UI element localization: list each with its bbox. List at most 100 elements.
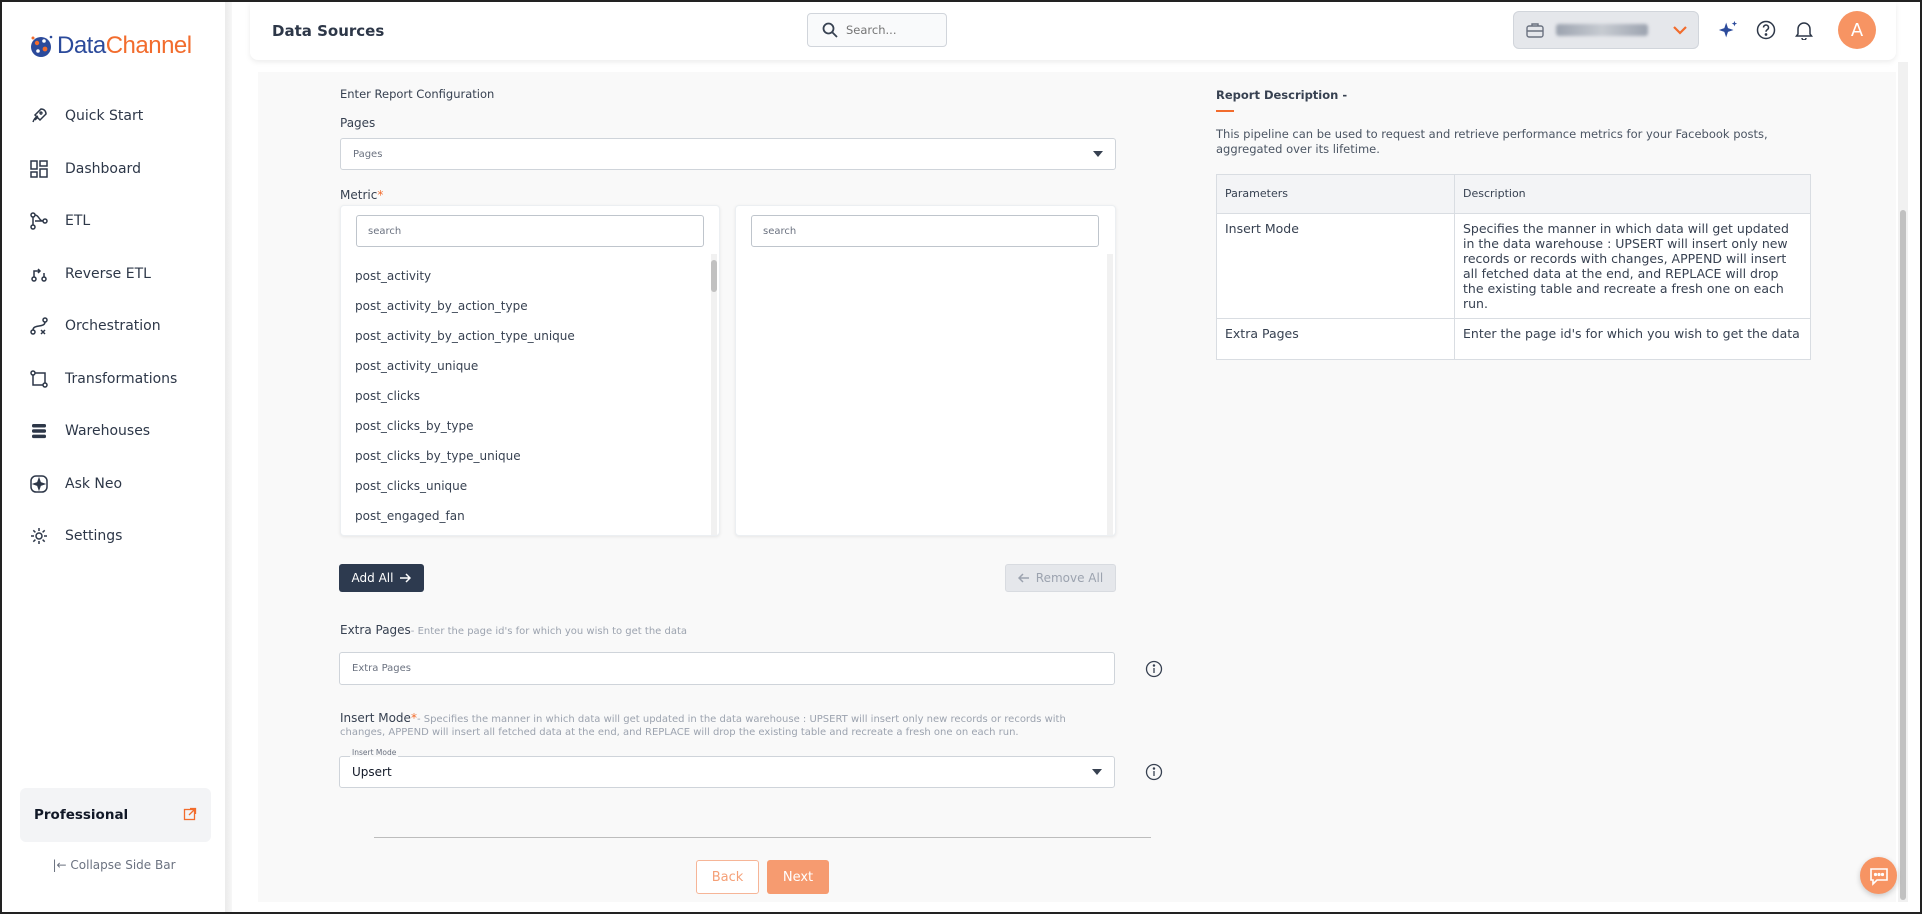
sidebar-item-etl[interactable]: ETL	[2, 195, 226, 248]
sidebar-item-warehouses[interactable]: Warehouses	[2, 405, 226, 458]
pages-select-value: Pages	[353, 148, 383, 160]
sidebar-item-label: Settings	[65, 528, 123, 545]
insert-mode-label-row: Insert Mode*- Specifies the manner in wh…	[340, 711, 1140, 725]
ai-sparkle-icon[interactable]	[1717, 19, 1739, 41]
table-row: Insert Mode Specifies the manner in whic…	[1216, 213, 1811, 319]
insert-mode-label: Insert Mode	[340, 711, 411, 725]
sidebar-item-label: Ask Neo	[65, 475, 123, 492]
selected-metrics-panel: search	[735, 205, 1116, 536]
extra-pages-label: Extra Pages	[340, 623, 411, 637]
report-description-text: This pipeline can be used to request and…	[1216, 127, 1768, 156]
available-list-scrollbar[interactable]	[711, 254, 717, 535]
column-header: Description	[1454, 174, 1811, 214]
sidebar-shadow	[226, 2, 232, 912]
collapse-sidebar-button[interactable]: |← Collapse Side Bar	[2, 858, 226, 872]
search-icon	[822, 22, 838, 38]
search-input[interactable]	[846, 23, 936, 37]
param-name: Insert Mode	[1216, 213, 1455, 319]
back-button[interactable]: Back	[696, 860, 759, 894]
plan-name: Professional	[34, 807, 129, 823]
sparkle-icon	[28, 473, 50, 495]
extra-pages-help: - Enter the page id's for which you wish…	[410, 626, 688, 637]
brand-logo[interactable]: DataChannel	[27, 32, 192, 60]
gear-icon	[28, 525, 50, 547]
insert-mode-help: - Specifies the manner in which data wil…	[416, 714, 1066, 725]
warehouses-icon	[28, 420, 50, 442]
dashboard-icon	[28, 158, 50, 180]
sidebar-item-label: ETL	[65, 213, 91, 230]
list-item[interactable]: post_activity_by_action_type_unique	[355, 321, 575, 351]
sidebar-item-dashboard[interactable]: Dashboard	[2, 143, 226, 196]
list-item[interactable]: post_clicks_unique	[355, 471, 575, 501]
chat-icon	[1869, 867, 1888, 886]
page-scrollbar-thumb[interactable]	[1900, 210, 1906, 900]
sidebar-item-label: Reverse ETL	[65, 265, 151, 282]
arrow-left-icon	[1017, 573, 1029, 583]
account-name-redacted	[1556, 24, 1648, 36]
remove-all-button[interactable]: Remove All	[1005, 564, 1116, 592]
list-item[interactable]: post_clicks_by_type	[355, 411, 575, 441]
sidebar-item-transformations[interactable]: Transformations	[2, 353, 226, 406]
list-item[interactable]: post_engaged_fan	[355, 501, 575, 531]
sidebar-item-reverse-etl[interactable]: Reverse ETL	[2, 248, 226, 301]
list-item[interactable]: post_clicks	[355, 381, 575, 411]
add-all-button[interactable]: Add All	[339, 564, 424, 592]
bell-icon[interactable]	[1793, 19, 1815, 41]
remove-all-label: Remove All	[1035, 571, 1104, 585]
collapse-label: Collapse Side Bar	[70, 858, 176, 872]
user-avatar[interactable]: A	[1838, 11, 1876, 49]
param-name: Extra Pages	[1216, 318, 1455, 360]
report-description-title: Report Description -	[1216, 88, 1348, 102]
parameters-table: Parameters Description Insert Mode Speci…	[1216, 174, 1811, 360]
table-header-row: Parameters Description	[1216, 174, 1811, 214]
page-title: Data Sources	[272, 22, 385, 40]
briefcase-icon	[1526, 23, 1544, 38]
list-item[interactable]: post_activity	[355, 261, 575, 291]
account-selector[interactable]	[1513, 11, 1699, 49]
insert-mode-float-label: Insert Mode	[350, 748, 399, 757]
list-item[interactable]: post_activity_by_action_type	[355, 291, 575, 321]
list-item[interactable]: post_clicks_by_type_unique	[355, 441, 575, 471]
list-item[interactable]: post_activity_unique	[355, 351, 575, 381]
extra-pages-input[interactable]: Extra Pages	[339, 652, 1115, 685]
selected-metrics-search[interactable]: search	[751, 215, 1099, 247]
scrollbar-thumb[interactable]	[711, 260, 717, 292]
dropdown-caret-icon	[1092, 769, 1102, 775]
plan-card[interactable]: Professional	[20, 788, 211, 842]
arrow-right-icon	[400, 573, 412, 583]
sidebar-item-label: Transformations	[65, 370, 178, 387]
next-button[interactable]: Next	[767, 860, 829, 894]
chat-support-button[interactable]	[1860, 857, 1897, 894]
section-title: Enter Report Configuration	[340, 87, 495, 101]
sidebar: DataChannel Quick Start Dashboard ETL Re…	[2, 2, 226, 912]
table-row: Extra Pages Enter the page id's for whic…	[1216, 318, 1811, 360]
extra-pages-placeholder: Extra Pages	[352, 663, 411, 674]
etl-icon	[28, 210, 50, 232]
sidebar-item-orchestration[interactable]: Orchestration	[2, 300, 226, 353]
column-header: Parameters	[1216, 174, 1455, 214]
logo-globe-icon	[31, 35, 53, 57]
available-metrics-panel: search post_activity post_activity_by_ac…	[340, 205, 720, 536]
top-header: Data Sources A	[250, 2, 1896, 60]
insert-mode-select[interactable]: Upsert	[339, 756, 1115, 788]
global-search[interactable]	[807, 13, 947, 47]
sidebar-item-settings[interactable]: Settings	[2, 510, 226, 563]
reverse-etl-icon	[28, 263, 50, 285]
sidebar-item-quick-start[interactable]: Quick Start	[2, 90, 226, 143]
selected-list-scrollbar[interactable]	[1107, 254, 1113, 535]
sidebar-item-label: Dashboard	[65, 160, 141, 177]
sidebar-item-ask-neo[interactable]: Ask Neo	[2, 458, 226, 511]
insert-mode-help-line2: changes, APPEND will insert all fetched …	[340, 727, 1019, 738]
insert-mode-value: Upsert	[352, 765, 392, 779]
sidebar-nav: Quick Start Dashboard ETL Reverse ETL Or…	[2, 90, 226, 563]
help-icon[interactable]	[1755, 19, 1777, 41]
chevron-down-icon	[1673, 26, 1687, 35]
external-link-icon[interactable]	[183, 807, 197, 821]
available-metrics-search[interactable]: search	[356, 215, 704, 247]
extra-pages-label-row: Extra Pages- Enter the page id's for whi…	[340, 623, 687, 637]
selected-search-placeholder: search	[763, 225, 797, 237]
pages-select[interactable]: Pages	[340, 138, 1116, 170]
info-icon[interactable]	[1145, 763, 1163, 781]
info-icon[interactable]	[1145, 660, 1163, 678]
add-all-label: Add All	[351, 571, 394, 585]
